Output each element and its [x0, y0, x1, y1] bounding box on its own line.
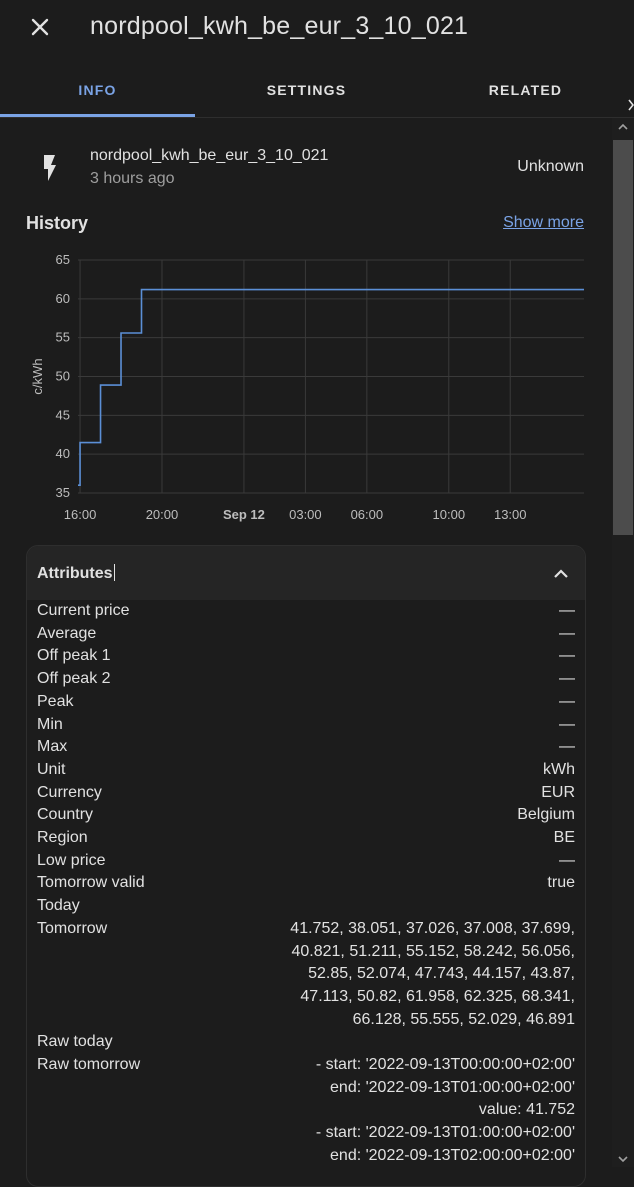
attribute-key: Peak: [37, 692, 74, 710]
attribute-key: Region: [37, 829, 88, 847]
attribute-value: true: [547, 874, 575, 892]
attribute-value: —: [559, 851, 575, 869]
attribute-key: Raw tomorrow: [37, 1056, 141, 1074]
attribute-value: - start: '2022-09-13T00:00:00+02:00' end…: [315, 1056, 575, 1164]
attribute-row: Unit kWh: [37, 759, 575, 782]
attribute-key: Max: [37, 738, 68, 756]
attribute-value: —: [559, 692, 575, 710]
attribute-row: Today: [37, 895, 575, 918]
attributes-panel: Attributes Current price — Average — Off pea…: [26, 545, 586, 1187]
scrollbar-thumb[interactable]: [613, 140, 633, 535]
x-tick-label: 13:00: [494, 507, 527, 522]
attribute-value: —: [559, 602, 575, 619]
attributes-header[interactable]: Attributes: [27, 546, 585, 600]
y-tick-label: 35: [56, 485, 70, 500]
attribute-value: —: [559, 647, 575, 665]
attribute-row: Off peak 1 —: [37, 645, 575, 668]
scroll-down-arrow-icon[interactable]: [616, 1152, 630, 1166]
attribute-value: —: [559, 670, 575, 688]
tab-bar: INFO SETTINGS RELATED: [0, 64, 634, 118]
y-tick-label: 45: [56, 407, 70, 422]
attribute-row: Min —: [37, 714, 575, 737]
attribute-value: —: [559, 624, 575, 642]
attribute-row: Raw today: [37, 1031, 575, 1054]
attribute-key: Tomorrow valid: [37, 874, 145, 892]
attribute-row: Tomorrow valid true: [37, 872, 575, 895]
attribute-row: Low price —: [37, 850, 575, 873]
attribute-row: Raw tomorrow - start: '2022-09-13T00:00:0…: [37, 1054, 575, 1168]
y-tick-label: 55: [56, 330, 70, 345]
attribute-row: Current price —: [37, 600, 575, 623]
scroll-up-arrow-icon[interactable]: [616, 120, 630, 134]
attributes-title: Attributes: [37, 564, 115, 582]
close-button[interactable]: [26, 13, 54, 41]
attributes-list: Current price — Average — Off peak 1— Off pea…: [37, 600, 575, 1168]
attribute-key: Tomorrow: [37, 919, 108, 937]
y-tick-label: 60: [56, 291, 70, 306]
attribute-row: Country Belgium: [37, 804, 575, 827]
attribute-value: [237, 895, 575, 918]
entity-state: Unknown: [517, 158, 584, 175]
attribute-key: Today: [37, 897, 80, 915]
history-title: History: [26, 213, 89, 233]
tab-related[interactable]: RELATED: [428, 64, 623, 116]
y-tick-label: 65: [56, 252, 70, 267]
attribute-key: Unit: [37, 760, 66, 778]
attribute-value: —: [559, 715, 575, 733]
attribute-value: Belgium: [517, 806, 575, 824]
tab-settings[interactable]: SETTINGS: [209, 64, 404, 116]
y-axis-label: c/kWh: [30, 358, 45, 394]
flash-icon: [44, 155, 56, 181]
x-tick-label: 06:00: [351, 507, 384, 522]
attribute-key: Low price: [37, 851, 106, 869]
entity-name: nordpool_kwh_be_eur_3_10_021: [90, 147, 329, 164]
attribute-value: kWh: [543, 760, 575, 778]
y-tick-label: 50: [56, 369, 70, 384]
tab-scroll-right-icon[interactable]: [628, 98, 634, 112]
attribute-key: Current price: [37, 602, 130, 619]
attribute-row: Currency EUR: [37, 782, 575, 805]
attribute-key: Off peak 1: [37, 647, 111, 665]
attribute-row: Off peak 2 —: [37, 668, 575, 691]
history-chart: 35 40 45 50 55 60 65 16:00 20:00 Sep 12 03:00 06:00…: [30, 252, 584, 522]
attribute-value: EUR: [541, 783, 575, 801]
show-more-link[interactable]: Show more: [503, 214, 584, 232]
attribute-row: Max —: [37, 736, 575, 759]
attribute-value: BE: [553, 829, 575, 847]
chevron-up-icon[interactable]: [551, 564, 571, 584]
attribute-key: Min: [37, 715, 63, 733]
text-cursor: [113, 564, 115, 581]
x-tick-label: 20:00: [146, 507, 179, 522]
attribute-value: —: [559, 738, 575, 756]
attribute-key: Country: [37, 806, 94, 824]
attribute-key: Average: [37, 624, 97, 642]
dialog-header: nordpool_kwh_be_eur_3_10_021: [0, 0, 634, 58]
dialog-title: nordpool_kwh_be_eur_3_10_021: [90, 12, 469, 40]
attribute-row: Tomorrow 41.752, 38.051, 37.026, 37.008, …: [37, 918, 575, 1032]
attribute-row: Peak —: [37, 691, 575, 714]
attribute-row: Region BE: [37, 827, 575, 850]
x-tick-label: 03:00: [289, 507, 322, 522]
attribute-key: Currency: [37, 783, 102, 801]
attribute-value: [237, 1031, 575, 1054]
entity-last-changed: 3 hours ago: [90, 170, 175, 187]
series-line: [78, 288, 584, 487]
y-tick-label: 40: [56, 446, 70, 461]
x-tick-label: Sep 12: [223, 507, 265, 522]
close-icon: [31, 18, 49, 36]
tab-info[interactable]: INFO: [0, 64, 195, 116]
active-tab-indicator: [0, 114, 195, 117]
attribute-key: Off peak 2: [37, 670, 111, 688]
x-tick-label: 10:00: [433, 507, 466, 522]
attribute-key: Raw today: [37, 1033, 113, 1051]
attribute-value: 41.752, 38.051, 37.026, 37.008, 37.699, …: [290, 919, 575, 1028]
attribute-row: Average —: [37, 623, 575, 646]
x-tick-label: 16:00: [64, 507, 97, 522]
